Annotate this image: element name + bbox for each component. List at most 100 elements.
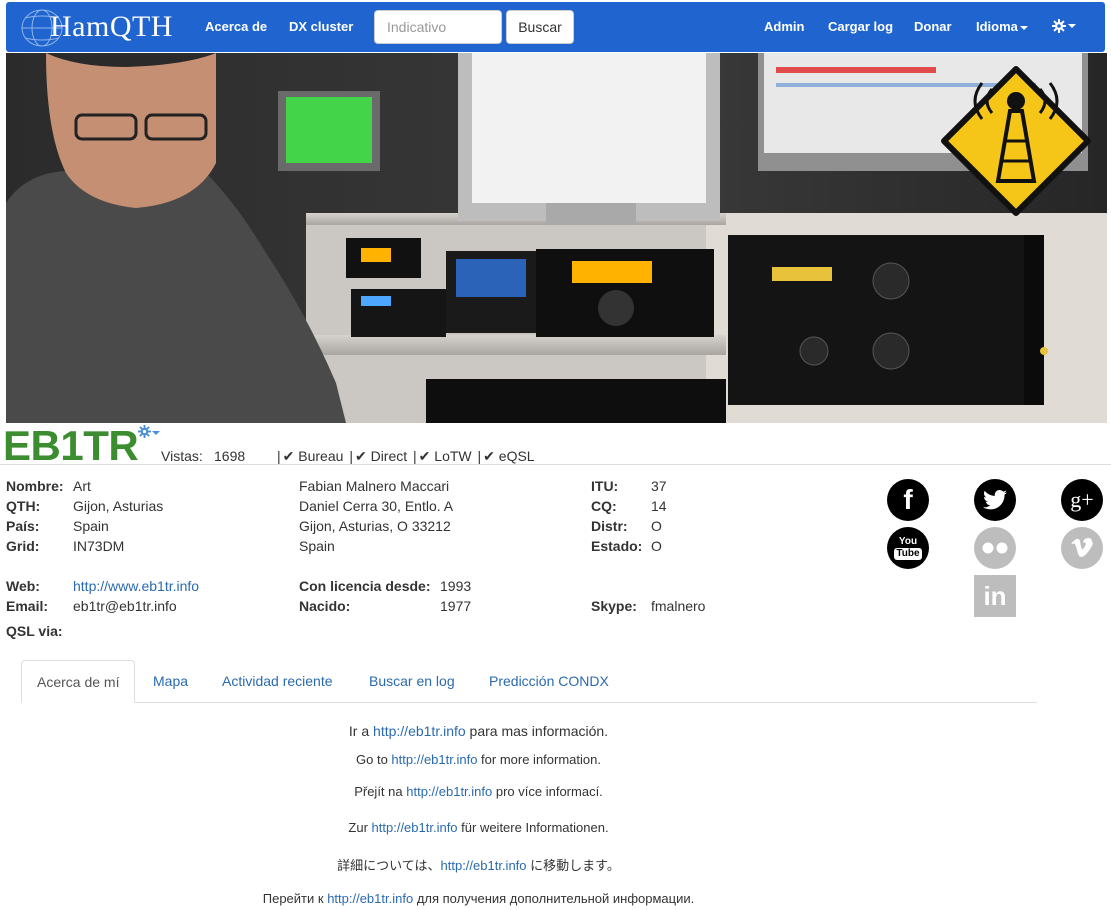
address-line: Daniel Cerra 30, Entlo. A [299, 498, 454, 514]
info-post: für weitere Informationen. [457, 820, 609, 835]
info-pre: Ir a [348, 723, 374, 739]
info-post: para mas información. [465, 723, 609, 739]
vimeo-icon[interactable] [1061, 527, 1103, 569]
info-line-de: Zur http://eb1tr.info für weitere Inform… [0, 820, 957, 835]
nav-language-dropdown[interactable]: Idioma [976, 19, 1028, 34]
info-pre: 詳細については、 [337, 858, 441, 873]
district-value: O [651, 518, 662, 534]
chevron-down-icon [1068, 23, 1076, 28]
tab-condx-prediction[interactable]: Predicción CONDX [474, 660, 624, 703]
top-navbar: HamQTH Acerca de DX cluster Buscar Admin… [6, 2, 1105, 52]
qsl-methods: | ✔ Bureau | ✔ Direct | ✔ LoTW | ✔ eQSL [277, 448, 535, 464]
flickr-icon[interactable] [974, 527, 1016, 569]
skype-label: Skype: [591, 598, 637, 614]
facebook-icon[interactable]: f [887, 479, 929, 521]
nav-dx-cluster[interactable]: DX cluster [289, 19, 353, 34]
email-value: eb1tr@eb1tr.info [73, 598, 177, 614]
divider [0, 464, 1111, 465]
profile-photo [6, 53, 1107, 423]
gear-icon [1052, 18, 1066, 33]
grid-value: IN73DM [73, 538, 125, 554]
nav-upload-log[interactable]: Cargar log [828, 19, 893, 34]
linkedin-glyph: in [983, 580, 1007, 611]
search-button[interactable]: Buscar [506, 10, 574, 44]
info-link[interactable]: http://eb1tr.info [372, 820, 458, 835]
settings-dropdown[interactable] [1052, 17, 1076, 33]
country-value: Spain [73, 518, 109, 534]
info-line-cs: Přejít na http://eb1tr.info pro více inf… [0, 784, 957, 799]
info-pre: Přejít na [354, 784, 407, 799]
info-link[interactable]: http://eb1tr.info [391, 752, 477, 767]
address-line: Gijon, Asturias, O 33212 [299, 518, 451, 534]
web-label: Web: [6, 578, 40, 594]
nav-admin[interactable]: Admin [764, 19, 804, 34]
chevron-down-icon [1019, 25, 1028, 30]
info-post: に移動します。 [526, 858, 620, 873]
callsign-search-input[interactable] [374, 10, 502, 44]
info-pre: Zur [348, 820, 372, 835]
itu-value: 37 [651, 478, 667, 494]
tab-search-log[interactable]: Buscar en log [354, 660, 470, 703]
qsl-eqsl: eQSL [498, 448, 535, 464]
views-label: Vistas: [161, 448, 203, 464]
info-post: для получения дополнительной информации. [413, 891, 695, 906]
info-link[interactable]: http://eb1tr.info [406, 784, 492, 799]
qsl-lotw: LoTW [434, 448, 472, 464]
twitter-bird-glyph [983, 490, 1007, 510]
twitter-icon[interactable] [974, 479, 1016, 521]
nav-donate[interactable]: Donar [914, 19, 952, 34]
cq-value: 14 [651, 498, 667, 514]
country-label: País: [6, 518, 40, 534]
web-link[interactable]: http://www.eb1tr.info [73, 576, 199, 596]
info-line-ru: Перейти к http://eb1tr.info для получени… [0, 891, 957, 906]
views-count: 1698 [214, 448, 246, 464]
info-line-es: Ir a http://eb1tr.info para mas informac… [0, 723, 957, 739]
tab-map[interactable]: Mapa [138, 660, 203, 703]
state-value: O [651, 538, 662, 554]
qsl-bureau: Bureau [298, 448, 344, 464]
youtube-icon[interactable]: You Tube [887, 527, 929, 569]
licensed-value: 1993 [440, 578, 472, 594]
itu-label: ITU: [591, 478, 619, 494]
tab-recent-activity[interactable]: Actividad reciente [207, 660, 348, 703]
gear-icon[interactable] [138, 425, 151, 438]
born-label: Nacido: [299, 598, 351, 614]
address-line: Fabian Malnero Maccari [299, 478, 450, 494]
brand-logo[interactable]: HamQTH [20, 6, 188, 48]
info-pre: Go to [356, 752, 392, 767]
state-label: Estado: [591, 538, 643, 554]
info-post: pro více informací. [492, 784, 603, 799]
facebook-glyph: f [903, 484, 913, 515]
callsign-title: EB1TR [3, 422, 139, 469]
tab-about-me[interactable]: Acerca de mí [21, 660, 136, 703]
chevron-down-icon[interactable] [152, 431, 160, 435]
youtube-glyph: You Tube [894, 535, 922, 560]
flickr-dots-glyph [982, 542, 1008, 554]
nav-about[interactable]: Acerca de [205, 19, 267, 34]
district-label: Distr: [591, 518, 628, 534]
info-link[interactable]: http://eb1tr.info [373, 723, 466, 739]
info-line-ja: 詳細については、http://eb1tr.info に移動します。 [0, 855, 957, 874]
brand-name: HamQTH [50, 10, 173, 43]
info-link[interactable]: http://eb1tr.info [327, 891, 413, 906]
language-label: Idioma [976, 19, 1018, 34]
vimeo-v-glyph [1071, 538, 1093, 557]
info-post: for more information. [477, 752, 601, 767]
name-label: Nombre: [6, 478, 64, 494]
skype-value: fmalnero [651, 598, 706, 614]
qth-value: Gijon, Asturias [73, 498, 164, 514]
youtube-you: You [898, 535, 918, 547]
grid-label: Grid: [6, 538, 40, 554]
qth-label: QTH: [6, 498, 41, 514]
info-line-en: Go to http://eb1tr.info for more informa… [0, 752, 957, 767]
info-pre: Перейти к [262, 891, 328, 906]
address-line: Spain [299, 538, 335, 554]
licensed-label: Con licencia desde: [299, 578, 431, 594]
name-value: Art [73, 478, 91, 494]
info-link[interactable]: http://eb1tr.info [441, 858, 527, 873]
googleplus-icon[interactable]: g+ [1061, 479, 1103, 521]
cq-label: CQ: [591, 498, 617, 514]
born-value: 1977 [440, 598, 472, 614]
qsl-direct: Direct [370, 448, 408, 464]
linkedin-icon[interactable]: in [974, 575, 1016, 617]
